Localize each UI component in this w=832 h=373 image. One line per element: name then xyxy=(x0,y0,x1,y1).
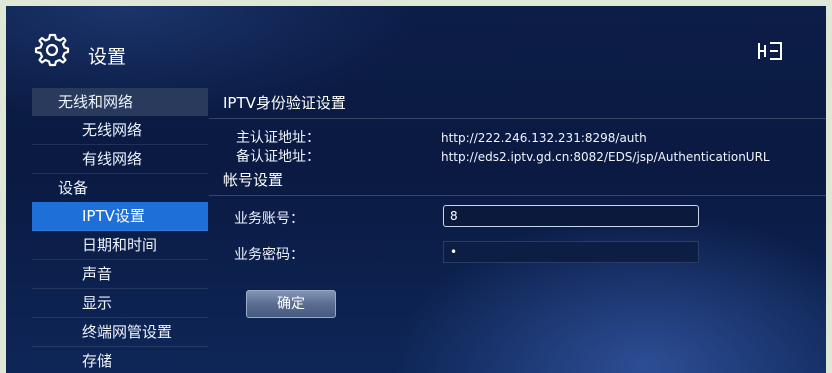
sidebar-group-device[interactable]: 设备 xyxy=(32,174,208,202)
sidebar-item-wired-network[interactable]: 有线网络 xyxy=(32,145,208,174)
sidebar-item-iptv[interactable]: IPTV设置 xyxy=(32,202,208,231)
backup-auth-row: 备认证地址： http://eds2.iptv.gd.cn:8082/EDS/j… xyxy=(209,148,826,167)
confirm-button[interactable]: 确定 xyxy=(246,290,336,318)
account-field-row: 业务账号： xyxy=(209,200,826,236)
page-title: 设置 xyxy=(88,46,127,68)
account-section-title: 帐号设置 xyxy=(209,167,826,196)
sidebar-item-display[interactable]: 显示 xyxy=(32,289,208,318)
sidebar-item-sound[interactable]: 声音 xyxy=(32,260,208,289)
backup-auth-value: http://eds2.iptv.gd.cn:8082/EDS/jsp/Auth… xyxy=(441,150,770,164)
auth-section-title: IPTV身份验证设置 xyxy=(209,88,826,119)
account-label: 业务账号： xyxy=(234,211,304,227)
primary-auth-row: 主认证地址： http://222.246.132.231:8298/auth xyxy=(209,129,826,148)
sidebar-item-terminal-management[interactable]: 终端网管设置 xyxy=(32,318,208,347)
primary-auth-value: http://222.246.132.231:8298/auth xyxy=(441,131,647,145)
primary-auth-label: 主认证地址： xyxy=(236,130,320,146)
main-content: IPTV身份验证设置 主认证地址： http://222.246.132.231… xyxy=(209,88,826,318)
settings-window: 设置 无线和网络 无线网络 有线网络 设备 IPTV设置 日期和时间 声音 显示… xyxy=(6,6,826,373)
sidebar: 无线和网络 无线网络 有线网络 设备 IPTV设置 日期和时间 声音 显示 终端… xyxy=(32,88,208,373)
sidebar-item-wireless-network[interactable]: 无线网络 xyxy=(32,116,208,145)
gear-icon xyxy=(34,33,70,67)
sidebar-group-wireless[interactable]: 无线和网络 xyxy=(32,88,208,116)
password-field-row: 业务密码： xyxy=(209,236,826,272)
sidebar-item-datetime[interactable]: 日期和时间 xyxy=(32,231,208,260)
password-input[interactable] xyxy=(443,241,699,263)
account-input[interactable] xyxy=(443,205,699,227)
backup-auth-label: 备认证地址： xyxy=(236,149,320,165)
sidebar-item-storage[interactable]: 存储 xyxy=(32,347,208,373)
network-exit-icon[interactable] xyxy=(756,40,784,62)
password-label: 业务密码： xyxy=(234,247,304,263)
